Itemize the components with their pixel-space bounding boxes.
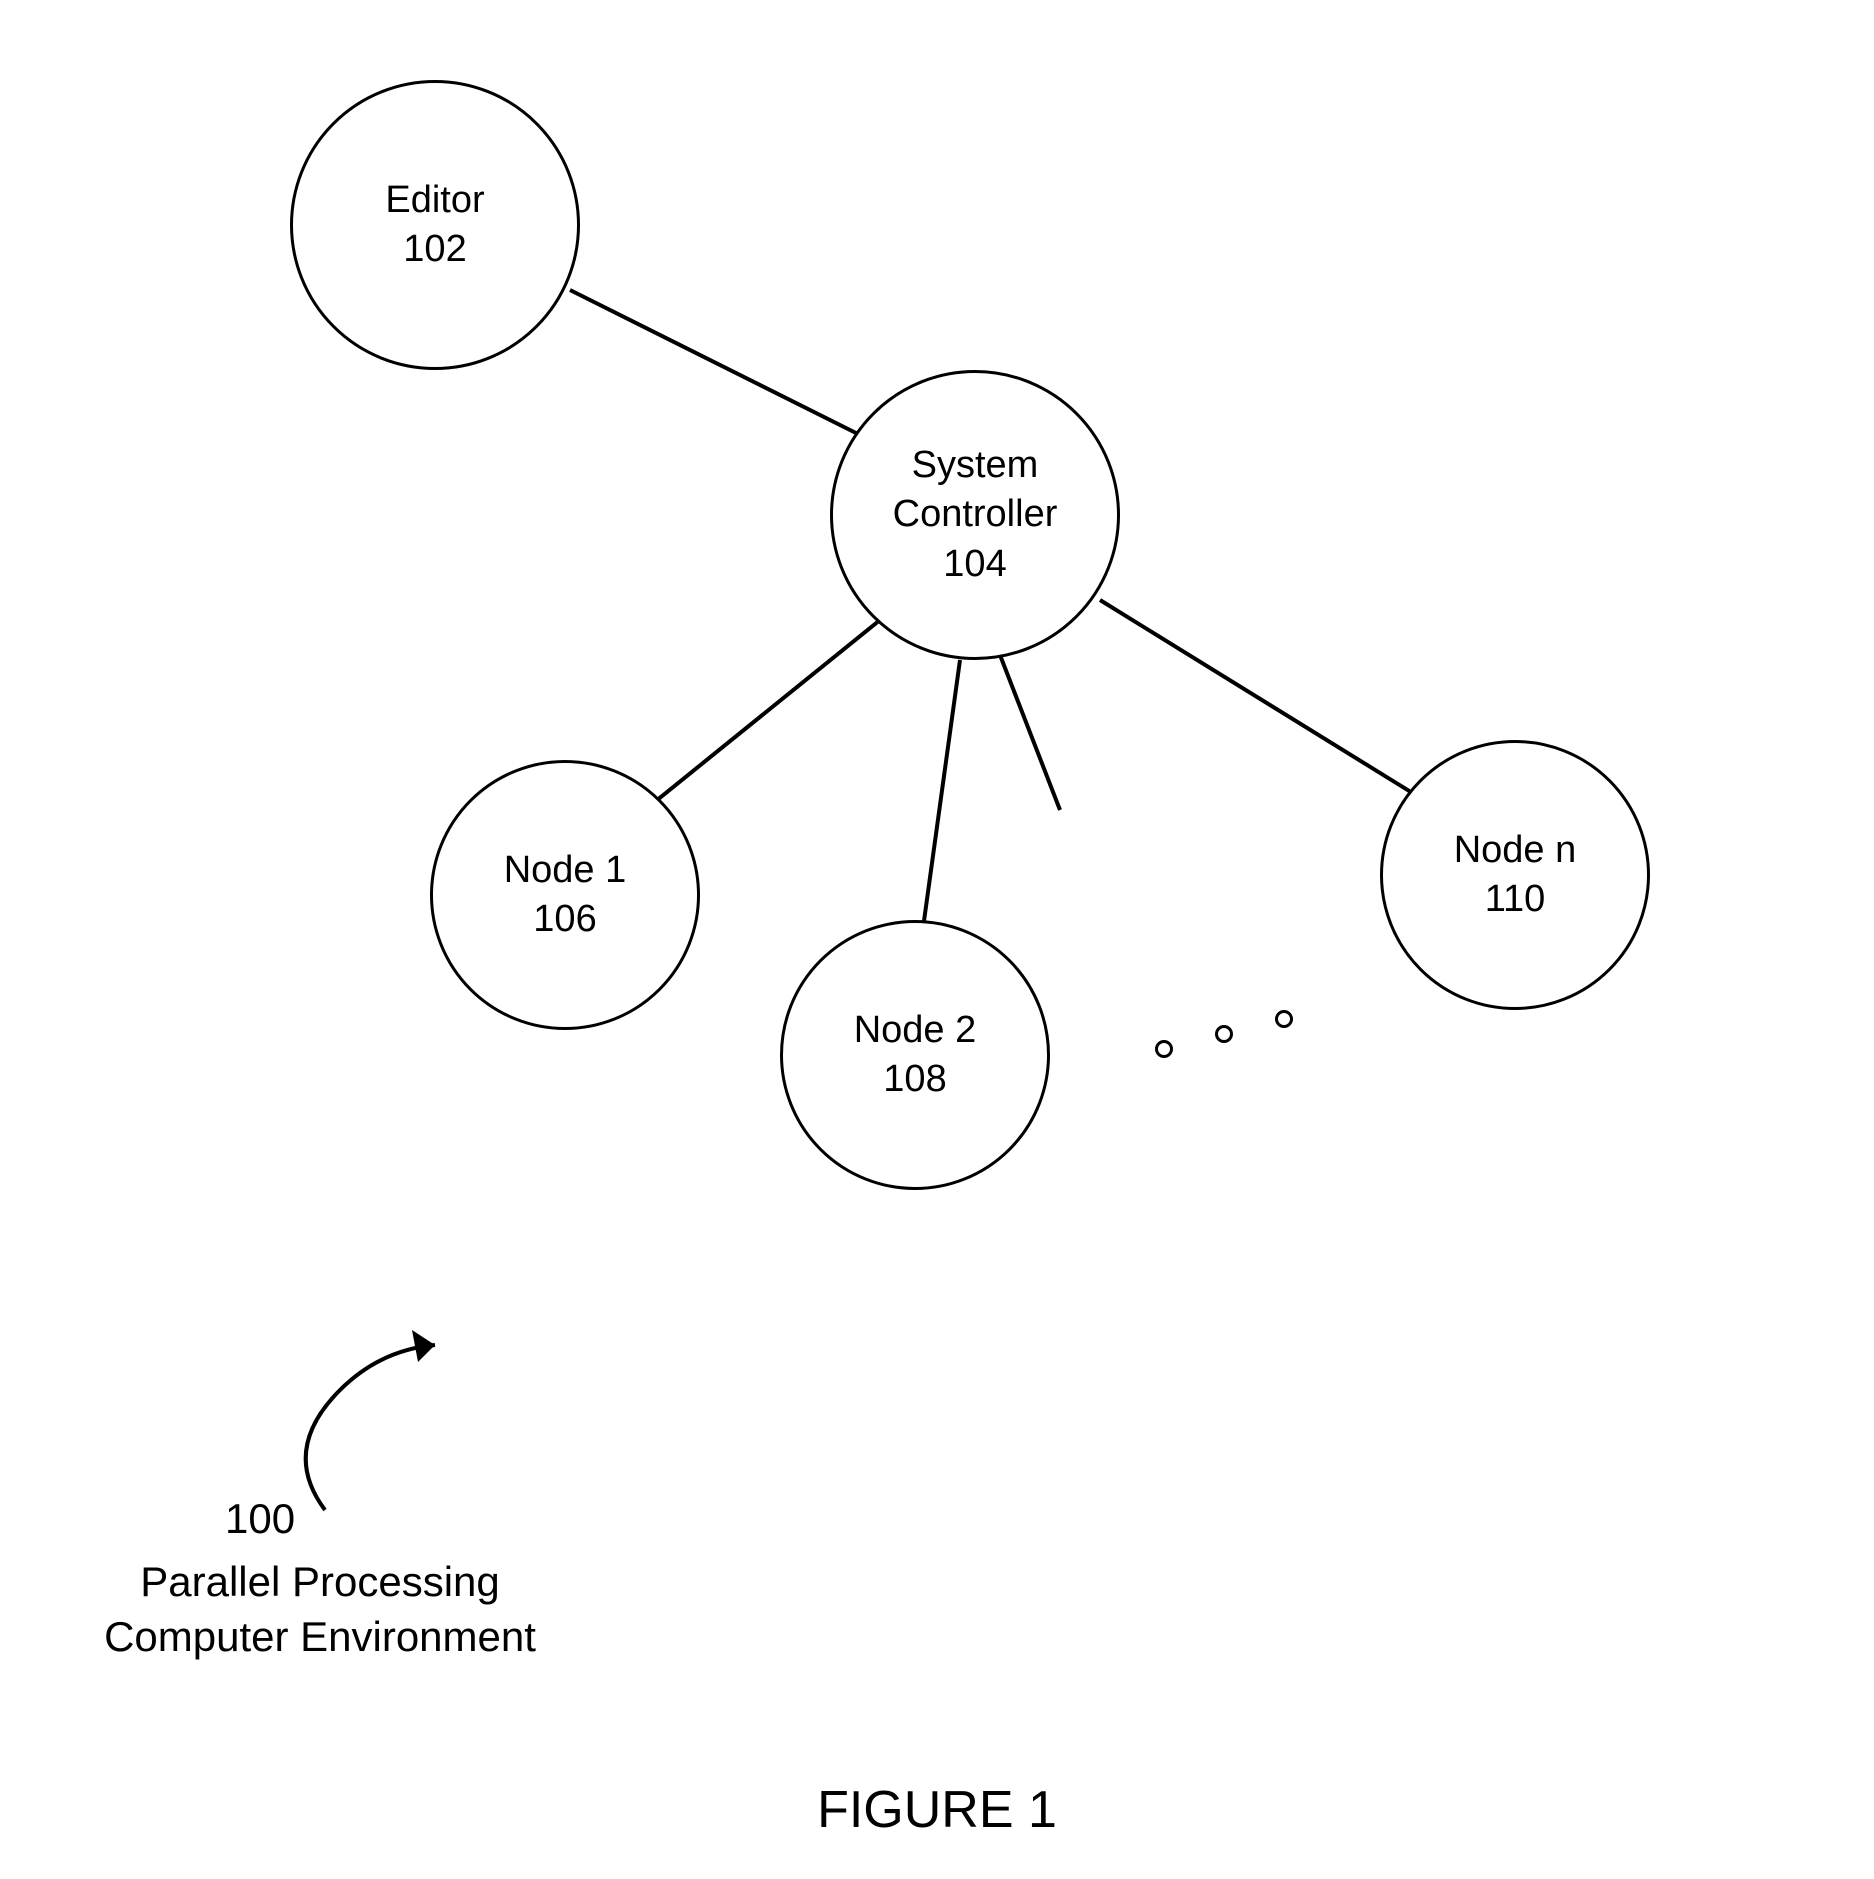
edge-controller-extra — [1000, 655, 1060, 810]
caption-number: 100 — [225, 1495, 295, 1543]
ellipsis-dot-3 — [1275, 1010, 1293, 1028]
node-node1-number: 106 — [533, 895, 596, 944]
node-node2: Node 2 108 — [780, 920, 1050, 1190]
edge-controller-node2 — [920, 660, 960, 950]
node-noden-label: Node n — [1454, 826, 1577, 875]
ellipsis-dot-1 — [1155, 1040, 1173, 1058]
node-controller-label: System Controller — [893, 441, 1058, 540]
node-node1-label: Node 1 — [504, 846, 627, 895]
node-editor-number: 102 — [403, 225, 466, 274]
caption-line1: Parallel Processing — [70, 1555, 570, 1610]
edge-editor-controller — [570, 290, 870, 440]
diagram-container: Editor 102 System Controller 104 Node 1 … — [0, 0, 1874, 1879]
node-editor-label: Editor — [385, 176, 484, 225]
node-editor: Editor 102 — [290, 80, 580, 370]
node-node2-number: 108 — [883, 1055, 946, 1104]
node-node1: Node 1 106 — [430, 760, 700, 1030]
node-noden: Node n 110 — [1380, 740, 1650, 1010]
ellipsis-dot-2 — [1215, 1025, 1233, 1043]
caption-line2: Computer Environment — [70, 1610, 570, 1665]
node-node2-label: Node 2 — [854, 1006, 977, 1055]
node-noden-number: 110 — [1485, 875, 1546, 924]
node-controller-number: 104 — [943, 540, 1006, 589]
edge-controller-noden — [1100, 600, 1440, 810]
caption-text: Parallel Processing Computer Environment — [70, 1555, 570, 1664]
caption-arrow — [270, 1320, 490, 1530]
node-controller: System Controller 104 — [830, 370, 1120, 660]
figure-label: FIGURE 1 — [0, 1780, 1874, 1840]
